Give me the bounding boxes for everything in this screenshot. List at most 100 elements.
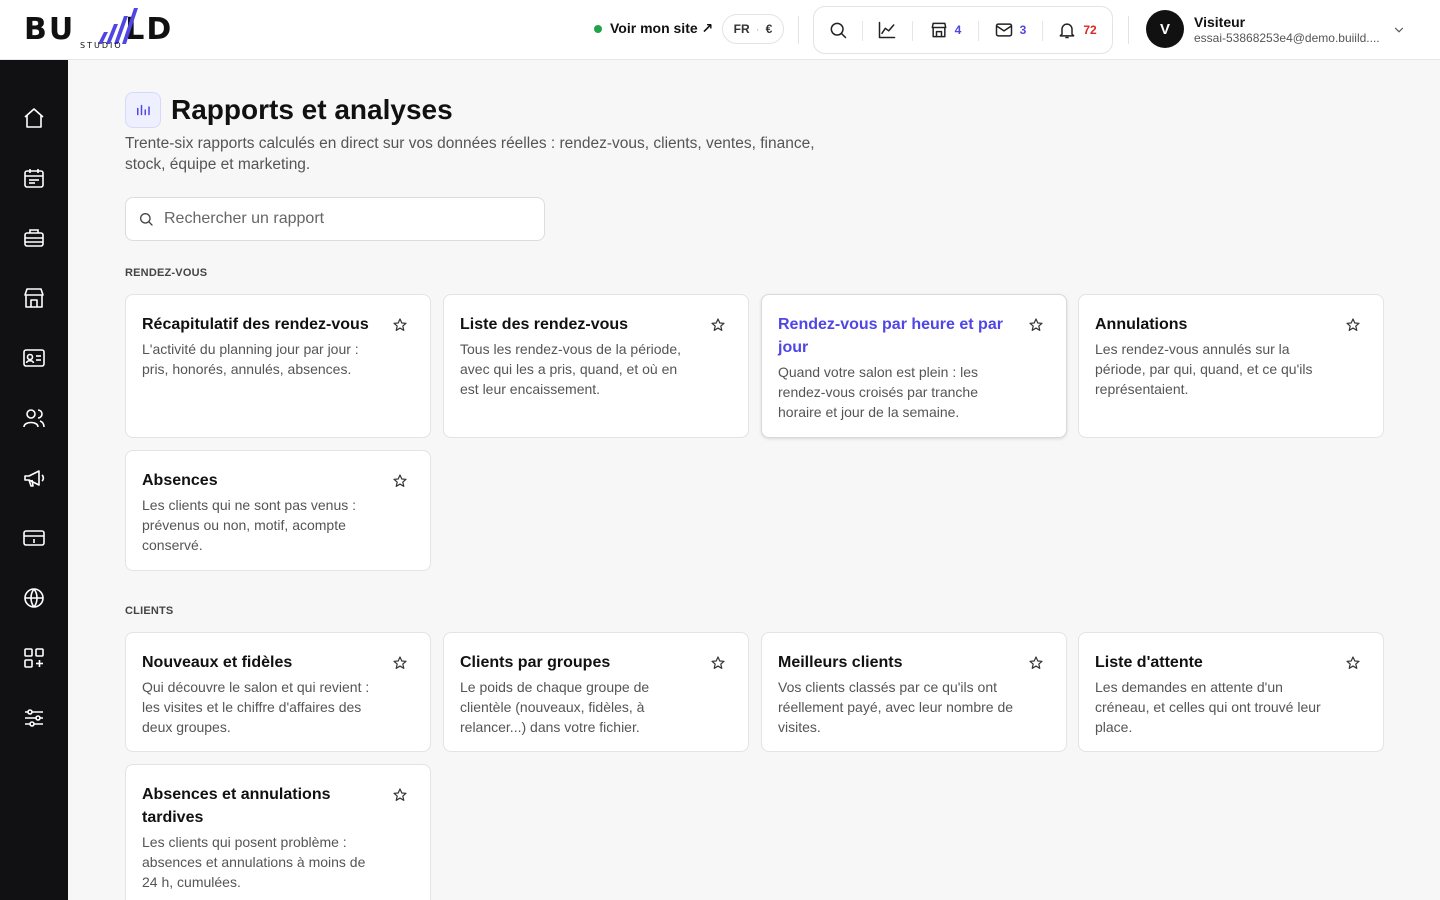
report-title: Absences et annulations tardives [142, 786, 331, 826]
section-label-rendez-vous: RENDEZ-VOUS [125, 267, 208, 279]
apps-icon [24, 648, 44, 668]
star-icon[interactable] [1345, 317, 1361, 333]
language-label: FR [733, 22, 750, 36]
payment-icon [23, 530, 45, 546]
brand-logo[interactable]: BU LD STUDIO [24, 8, 184, 52]
report-description: L'activité du planning jour par jour : p… [142, 341, 359, 377]
services-icon [24, 229, 44, 247]
report-description: Les clients qui posent problème : absenc… [142, 834, 366, 890]
star-icon[interactable] [392, 655, 408, 671]
toolbar: 4 3 72 [813, 6, 1113, 54]
team-icon [23, 409, 45, 428]
messages-count: 3 [1019, 23, 1027, 37]
calendar-icon [24, 169, 44, 188]
shop-icon [24, 288, 44, 308]
report-card[interactable]: Rendez-vous par heure et par jour Quand … [761, 294, 1067, 438]
star-icon[interactable] [392, 473, 408, 489]
bell-icon [1059, 23, 1075, 39]
sidebar-item-website[interactable] [14, 578, 54, 618]
reports-icon [125, 92, 161, 128]
search-input[interactable] [164, 210, 524, 228]
currency-label: € [765, 22, 773, 36]
avatar: V [1146, 10, 1184, 48]
report-description: Le poids de chaque groupe de clientèle (… [460, 679, 650, 735]
report-title: Rendez-vous par heure et par jour [778, 316, 1003, 356]
sidebar-item-home[interactable] [14, 98, 54, 138]
report-card[interactable]: Annulations Les rendez-vous annulés sur … [1078, 294, 1384, 438]
report-description: Vos clients classés par ce qu'ils ont ré… [778, 679, 1014, 735]
user-name: Visiteur [1194, 13, 1246, 30]
sidebar-item-marketing[interactable] [14, 458, 54, 498]
star-icon[interactable] [1028, 317, 1044, 333]
report-title: Nouveaux et fidèles [142, 654, 293, 671]
report-title: Liste des rendez-vous [460, 316, 629, 333]
brand-left: BU [24, 12, 76, 47]
report-description: Qui découvre le salon et qui revient : l… [142, 679, 370, 735]
report-description: Les demandes en attente d'un créneau, et… [1095, 679, 1321, 735]
page-subtitle: Trente-six rapports calculés en direct s… [125, 135, 815, 173]
online-status-dot [594, 24, 602, 33]
report-card[interactable]: Absences et annulations tardives Les cli… [125, 764, 431, 900]
report-card[interactable]: Liste des rendez-vous Tous les rendez-vo… [443, 294, 749, 438]
star-icon[interactable] [392, 787, 408, 803]
star-icon[interactable] [1028, 655, 1044, 671]
report-card[interactable]: Nouveaux et fidèles Qui découvre le salo… [125, 632, 431, 752]
sidebar-item-contacts[interactable] [14, 338, 54, 378]
user-email: essai-53868253e4@demo.buiild.... [1194, 30, 1380, 45]
user-menu[interactable]: V Visiteur essai-53868253e4@demo.buiild.… [1146, 10, 1390, 48]
divider [798, 16, 799, 44]
sidebar-item-team[interactable] [14, 398, 54, 438]
report-card[interactable]: Meilleurs clients Vos clients classés pa… [761, 632, 1067, 752]
brand-sub: STUDIO [80, 41, 123, 50]
chart-icon [878, 21, 896, 39]
sidebar-item-services[interactable] [14, 218, 54, 258]
star-icon[interactable] [1345, 655, 1361, 671]
divider [1128, 16, 1129, 44]
star-icon[interactable] [710, 655, 726, 671]
page-title: Rapports et analyses [171, 94, 453, 125]
report-card[interactable]: Absences Les clients qui ne sont pas ven… [125, 450, 431, 571]
star-icon[interactable] [392, 317, 408, 333]
report-title: Clients par groupes [460, 654, 611, 671]
report-title: Liste d'attente [1095, 654, 1203, 671]
report-title: Absences [142, 472, 218, 489]
view-site-label: Voir mon site ↗ [610, 20, 714, 36]
report-description: Les rendez-vous annulés sur la période, … [1095, 341, 1313, 397]
search-box[interactable] [125, 197, 545, 241]
stats-button[interactable] [862, 7, 912, 53]
chevron-down-icon[interactable] [1392, 23, 1406, 37]
shops-count: 4 [954, 23, 962, 37]
logo-bars-icon [98, 8, 138, 44]
sidebar-item-apps[interactable] [14, 638, 54, 678]
section-label-clients: CLIENTS [125, 605, 174, 617]
sidebar-item-settings[interactable] [14, 698, 54, 738]
sidebar [0, 60, 68, 900]
report-card[interactable]: Liste d'attente Les demandes en attente … [1078, 632, 1384, 752]
star-icon[interactable] [710, 317, 726, 333]
messages-button[interactable]: 3 [978, 7, 1042, 53]
shops-button[interactable]: 4 [912, 7, 978, 53]
report-card[interactable]: Clients par groupes Le poids de chaque g… [443, 632, 749, 752]
home-icon [24, 108, 44, 128]
report-title: Récapitulatif des rendez-vous [142, 316, 369, 333]
sidebar-item-payments[interactable] [14, 518, 54, 558]
contact-card-icon [23, 349, 45, 367]
report-title: Meilleurs clients [778, 654, 903, 671]
top-bar: BU LD STUDIO Voir mon site ↗ FR · € 4 3 … [0, 0, 1440, 60]
globe-icon [24, 588, 44, 608]
report-description: Les clients qui ne sont pas venus : prév… [142, 497, 357, 553]
mail-icon [995, 23, 1012, 37]
report-title: Annulations [1095, 316, 1188, 333]
settings-icon [25, 709, 43, 727]
search-button[interactable] [814, 7, 862, 53]
language-currency-selector[interactable]: FR · € [722, 14, 784, 44]
sidebar-item-calendar[interactable] [14, 158, 54, 198]
sidebar-item-shop[interactable] [14, 278, 54, 318]
search-icon [140, 213, 153, 226]
report-card[interactable]: Récapitulatif des rendez-vous L'activité… [125, 294, 431, 438]
view-site-link[interactable]: Voir mon site ↗ [594, 20, 713, 37]
store-icon [931, 22, 947, 38]
notifications-button[interactable]: 72 [1042, 7, 1112, 53]
search-icon [830, 22, 847, 39]
report-description: Tous les rendez-vous de la période, avec… [460, 341, 682, 397]
